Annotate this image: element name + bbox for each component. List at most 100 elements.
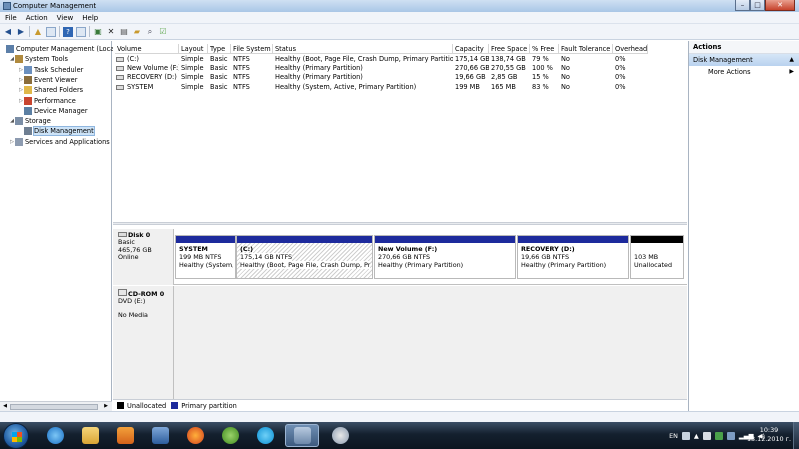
scroll-left-icon[interactable]: ◀ [1,403,9,410]
tree-item-task-scheduler[interactable]: ▷ Task Scheduler [18,65,83,75]
collapse-up-icon[interactable]: ▲ [789,54,794,66]
language-indicator[interactable]: EN [669,432,678,440]
column-header-overhead[interactable]: Overhead [613,44,648,54]
open-folder-icon[interactable]: ▰ [132,27,142,37]
tree-item-services-and-applications[interactable]: ▷ Services and Applications [9,137,110,147]
delete-icon[interactable]: ✕ [106,27,116,37]
tree-item-performance[interactable]: ▷ Performance [18,96,76,106]
flag-icon[interactable] [702,431,711,440]
legend-unallocated: Unallocated [127,401,167,410]
minimize-button[interactable]: – [735,0,750,11]
more-actions-item[interactable]: More Actions ▶ [689,66,799,78]
partition-type-bar [176,236,235,243]
partition-status: Healthy (System, [179,261,233,269]
properties-pane-icon[interactable] [76,26,86,37]
column-header--free[interactable]: % Free [530,44,559,54]
column-header-status[interactable]: Status [273,44,453,54]
column-header-free-space[interactable]: Free Space [489,44,530,54]
cell--free: 83 % [532,82,549,91]
properties-icon[interactable]: ▤ [119,27,129,37]
utorrent-icon [221,427,239,444]
network-tray-icon[interactable] [726,431,735,440]
forward-arrow-icon[interactable]: ▶ [16,27,26,37]
tree-item-disk-management[interactable]: Disk Management [18,126,95,137]
computer-icon [6,45,14,53]
primary-partition-swatch [171,402,179,409]
cell-free-space: 138,74 GB [491,55,526,63]
app-tray-icon[interactable] [714,431,723,440]
console-icon[interactable]: ▣ [93,27,103,37]
tree-item-computer-management-local[interactable]: Computer Management (Local [0,44,116,54]
volume-icon [116,66,124,72]
maximize-button[interactable]: □ [750,0,765,11]
table-row[interactable]: (C:) Simple Basic NTFS Healthy (Boot, Page F… [113,55,648,64]
menu-help[interactable]: Help [77,12,102,22]
start-button[interactable] [3,423,29,449]
menu-action[interactable]: Action [21,12,52,22]
show-hidden-icons-icon[interactable]: ▲ [694,432,699,440]
pane-splitter[interactable] [113,222,687,225]
keyboard-icon[interactable] [681,431,690,440]
close-button[interactable]: ✕ [765,0,795,11]
search-icon[interactable]: ⌕ [145,27,155,37]
tree-item-system-tools[interactable]: ◢ System Tools [9,54,68,64]
scroll-right-icon[interactable]: ▶ [102,403,110,410]
tree-item-storage[interactable]: ◢ Storage [9,116,51,126]
tools-icon [15,55,23,64]
menu-view[interactable]: View [52,12,78,22]
partition-new-volume-f[interactable]: New Volume (F:) 270,66 GB NTFS Healthy (Pr… [374,235,516,279]
cell-layout: Simple [181,55,204,63]
cell-capacity: 270,66 GB [455,64,489,73]
up-folder-icon[interactable]: ▲ [33,27,43,37]
column-header-fault-tolerance[interactable]: Fault Tolerance [559,44,613,54]
partition-text: SYSTEM 199 MB NTFS Healthy (System, [179,245,233,269]
taskbar-computer-management[interactable] [285,424,319,447]
tree-item-device-manager[interactable]: Device Manager [18,106,88,116]
taskbar-checkmark-app[interactable] [143,424,177,447]
show-hide-tree-icon[interactable] [46,26,56,37]
partition-unallocated[interactable]: 103 MB Unallocated [630,235,684,279]
volume-icon [116,75,124,81]
tree-item-shared-folders[interactable]: ▷ Shared Folders [18,85,83,95]
clock-time: 10:39 [759,426,779,434]
tree-horizontal-scrollbar[interactable]: ◀ ▶ [0,401,112,411]
tree-item-label: Storage [25,117,51,126]
clock[interactable]: 10:39 13.12.2010 г. [747,426,791,444]
taskbar-firefox[interactable] [178,424,212,447]
menu-file[interactable]: File [0,12,21,22]
column-header-file-system[interactable]: File System [231,44,273,54]
table-row[interactable]: New Volume (F:) Simple Basic NTFS Healthy (P… [113,64,648,73]
taskbar-media-player[interactable] [108,424,142,447]
table-row[interactable]: SYSTEM Simple Basic NTFS Healthy (System, Ac… [113,83,648,92]
column-header-capacity[interactable]: Capacity [453,44,489,54]
column-header-layout[interactable]: Layout [179,44,208,54]
cell--free: 100 % [532,64,553,73]
computer-management-icon [3,2,11,10]
tree-item-event-viewer[interactable]: ▷ Event Viewer [18,75,77,85]
scroll-thumb[interactable] [10,404,98,410]
show-desktop-button[interactable] [793,422,799,449]
taskbar-explorer[interactable] [73,424,107,447]
cell--free: 15 % [532,73,549,82]
back-arrow-icon[interactable]: ◀ [3,27,13,37]
disk-0-info[interactable]: Disk 0 Basic 465,76 GB Online [113,229,174,285]
taskbar-utorrent[interactable] [213,424,247,447]
column-header-type[interactable]: Type [208,44,231,54]
checklist-icon[interactable]: ☑ [158,27,168,37]
tree-item-label: Computer Management (Local [16,45,117,53]
partition-recovery-d[interactable]: RECOVERY (D:) 19,66 GB NTFS Healthy (Prima… [517,235,629,279]
help-icon[interactable]: ? [63,26,73,37]
volume-icon [116,57,124,62]
more-actions-label: More Actions [708,68,751,76]
taskbar-internet-explorer[interactable] [38,424,72,447]
actions-section-label: Disk Management [693,56,753,64]
taskbar-settings-app[interactable] [323,424,357,447]
actions-section-disk-management[interactable]: Disk Management ▲ [689,54,799,66]
partition-c[interactable]: (C:) 175,14 GB NTFS Healthy (Boot, Page Fi… [236,235,373,279]
toolbar: ◀ ▶ ▲ ? ▣ ✕ ▤ ▰ ⌕ ☑ [0,24,799,40]
partition-system[interactable]: SYSTEM 199 MB NTFS Healthy (System, [175,235,236,279]
table-row[interactable]: RECOVERY (D:) Simple Basic NTFS Healthy (Pri… [113,73,648,82]
taskbar-skype[interactable] [248,424,282,447]
cdrom-0-info[interactable]: CD-ROM 0 DVD (E:) No Media [113,286,174,399]
column-header-volume[interactable]: Volume [115,44,179,54]
